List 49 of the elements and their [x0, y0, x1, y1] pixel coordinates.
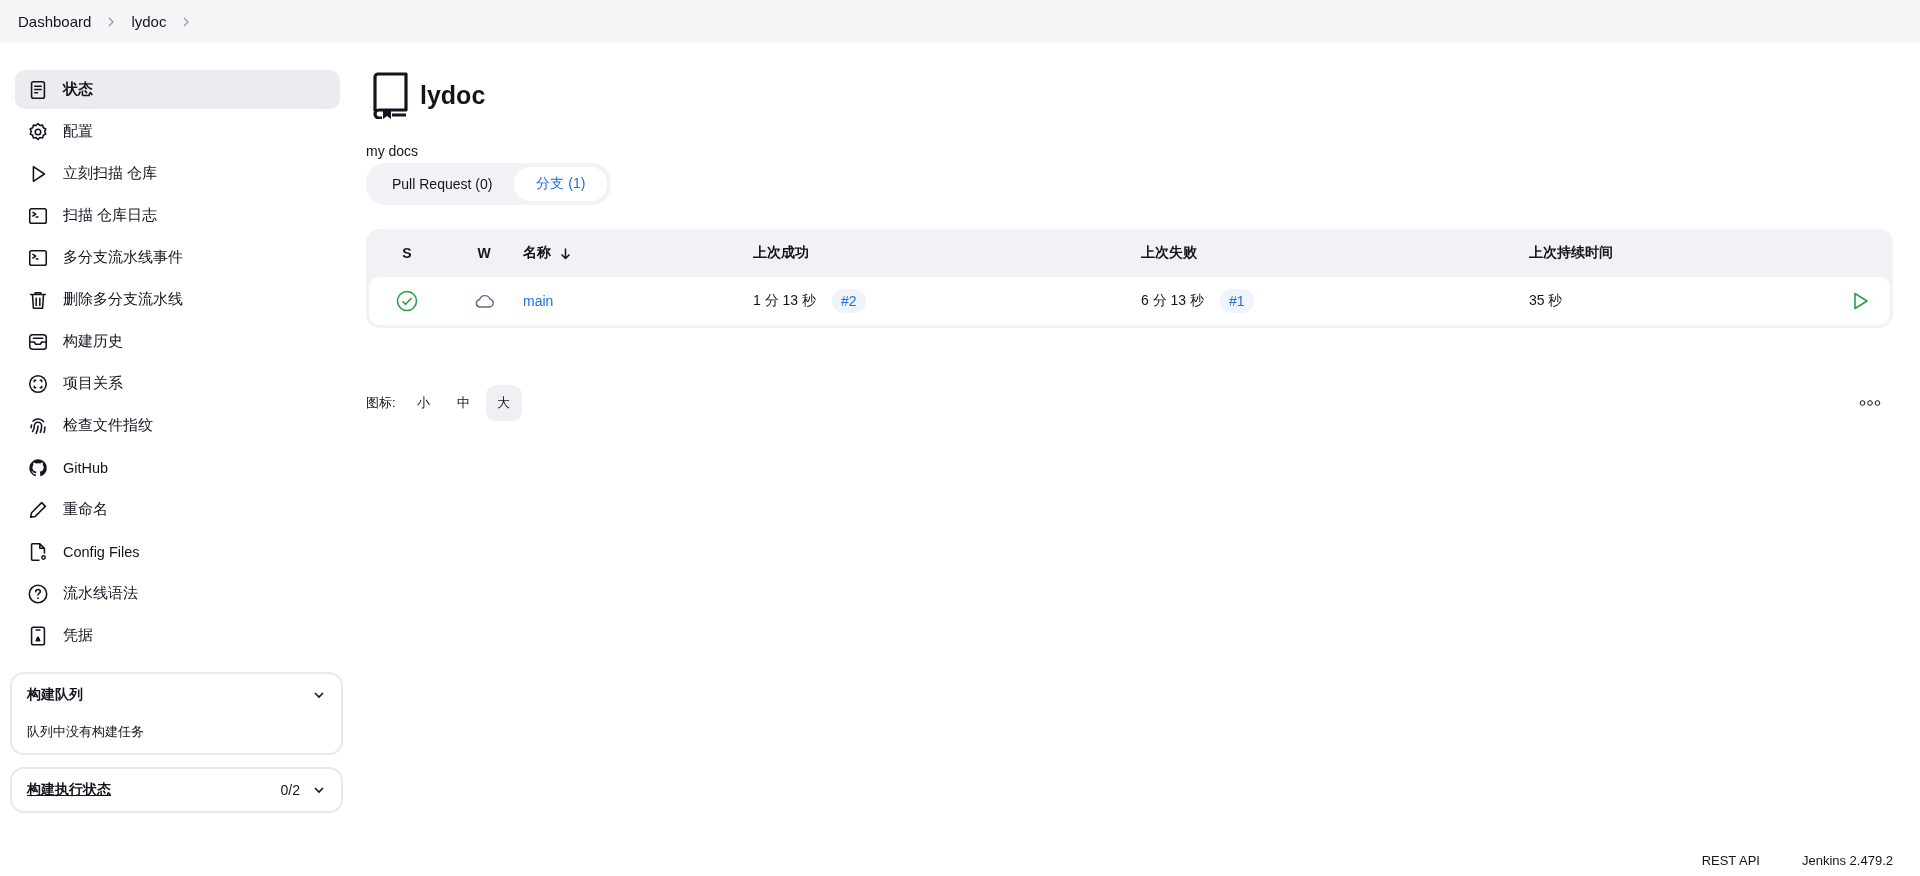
sidebar-item[interactable]: 流水线语法 [15, 574, 340, 613]
sidebar-item[interactable]: 项目关系 [15, 364, 340, 403]
column-header[interactable]: W [477, 245, 491, 261]
description: my docs [366, 143, 420, 159]
build-link[interactable]: #2 [832, 289, 866, 313]
column-header[interactable]: 上次持续时间 [1529, 244, 1613, 262]
sidebar-item[interactable]: 检查文件指纹 [15, 406, 340, 445]
footer-link[interactable]: REST API [1701, 853, 1760, 868]
settings-icon [27, 120, 49, 143]
icon-size-option[interactable]: 大 [485, 385, 522, 421]
tab[interactable]: 分支 (1) [514, 167, 608, 201]
branch-link[interactable]: main [523, 293, 554, 309]
column-header[interactable]: 名称 [523, 244, 572, 262]
build-link[interactable]: #1 [1220, 289, 1254, 313]
icon-size-option[interactable]: 中 [445, 385, 482, 421]
tab[interactable]: Pull Request (0) [370, 167, 515, 201]
table-cell: 1 分 13 秒 [753, 292, 817, 310]
sidebar-item[interactable]: 删除多分支流水线 [15, 280, 340, 319]
github-icon [27, 456, 49, 479]
table-cell: 35 秒 [1529, 292, 1563, 310]
icon-size-label: 图标: [366, 394, 396, 412]
icon-size-option[interactable]: 小 [405, 385, 442, 421]
sidebar-item[interactable]: 配置 [15, 112, 340, 151]
sidebar-item[interactable]: 多分支流水线事件 [15, 238, 340, 277]
column-header[interactable]: 上次失败 [1141, 244, 1197, 262]
page-title: lydoc [420, 80, 486, 110]
sidebar-item[interactable]: GitHub [15, 448, 340, 487]
sidebar-item[interactable]: 立刻扫描 仓库 [15, 154, 340, 193]
column-header[interactable]: S [402, 245, 412, 261]
table-cell: 6 分 13 秒 [1141, 292, 1205, 310]
book-icon [370, 71, 410, 119]
sidebar-item[interactable]: 状态 [15, 70, 340, 109]
panel-text: 队列中没有构建任务 [27, 724, 145, 741]
panel-title[interactable]: 构建执行状态 [27, 781, 111, 799]
sidebar-item[interactable]: 构建历史 [15, 322, 340, 361]
footer-link[interactable]: Jenkins 2.479.2 [1801, 853, 1893, 868]
help-icon [27, 582, 49, 605]
sidebar-item[interactable]: 扫描 仓库日志 [15, 196, 340, 235]
sidebar-item[interactable]: Config Files [15, 532, 340, 571]
executor-count: 0/2 [280, 782, 300, 798]
breadcrumb-link[interactable]: Dashboard [18, 13, 92, 30]
panel-title[interactable]: 构建队列 [27, 686, 83, 704]
sort-arrow-icon [559, 246, 572, 260]
circle-icon [27, 372, 49, 395]
column-header[interactable]: 上次成功 [753, 244, 809, 262]
more-icon[interactable] [1859, 399, 1881, 407]
breadcrumb-link[interactable]: lydoc [131, 13, 167, 30]
sidebar-item[interactable]: 重命名 [15, 490, 340, 529]
sidebar-item[interactable]: 凭据 [15, 616, 340, 655]
